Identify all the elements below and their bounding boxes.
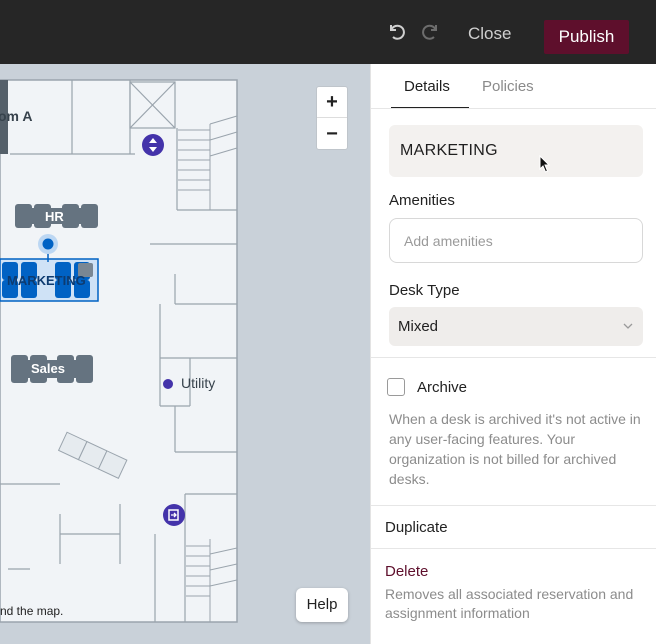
hr-label: HR: [45, 209, 64, 224]
desk-details-panel: Details Policies Amenities Desk Type Mix…: [370, 64, 656, 644]
desk-type-select[interactable]: Mixed: [389, 307, 643, 346]
redo-icon[interactable]: [420, 20, 442, 42]
delete-help-text: Removes all associated reservation and a…: [385, 586, 634, 621]
floor-map[interactable]: om A HR MARKETING Sales Utility + − nd t…: [0, 64, 370, 644]
room-a-label: om A: [0, 108, 32, 124]
desk-name-input[interactable]: [389, 125, 643, 177]
section-divider: [371, 505, 656, 506]
section-divider: [371, 357, 656, 358]
section-divider: [371, 548, 656, 549]
amenities-label: Amenities: [389, 192, 455, 209]
chevron-down-icon: [623, 323, 633, 329]
archive-help-text: When a desk is archived it's not active …: [389, 411, 641, 487]
amenities-input[interactable]: [389, 218, 643, 263]
archive-label: Archive: [417, 379, 468, 396]
duplicate-button[interactable]: Duplicate: [385, 519, 448, 536]
desk-type-value: Mixed: [398, 318, 439, 335]
tab-details[interactable]: Details: [404, 78, 450, 95]
zoom-out-button[interactable]: −: [317, 119, 347, 150]
floor-plan-drawing: om A HR MARKETING Sales Utility: [0, 79, 238, 623]
desk-type-label: Desk Type: [389, 282, 460, 299]
tab-divider: [371, 108, 656, 109]
archive-checkbox[interactable]: [387, 378, 405, 396]
close-button[interactable]: Close: [468, 24, 511, 44]
top-toolbar: Close Publish: [0, 0, 656, 64]
help-button[interactable]: Help: [296, 588, 348, 622]
undo-icon[interactable]: [385, 20, 407, 42]
utility-label: Utility: [181, 375, 215, 391]
mouse-cursor-icon: [539, 155, 551, 173]
sales-label: Sales: [31, 361, 65, 376]
zoom-in-button[interactable]: +: [317, 87, 347, 118]
publish-button[interactable]: Publish: [544, 20, 629, 54]
marketing-label: MARKETING: [7, 273, 86, 288]
delete-button[interactable]: Delete: [385, 563, 428, 580]
map-caption: nd the map.: [0, 604, 64, 618]
tab-policies[interactable]: Policies: [482, 78, 534, 95]
zoom-controls: + −: [316, 86, 348, 150]
